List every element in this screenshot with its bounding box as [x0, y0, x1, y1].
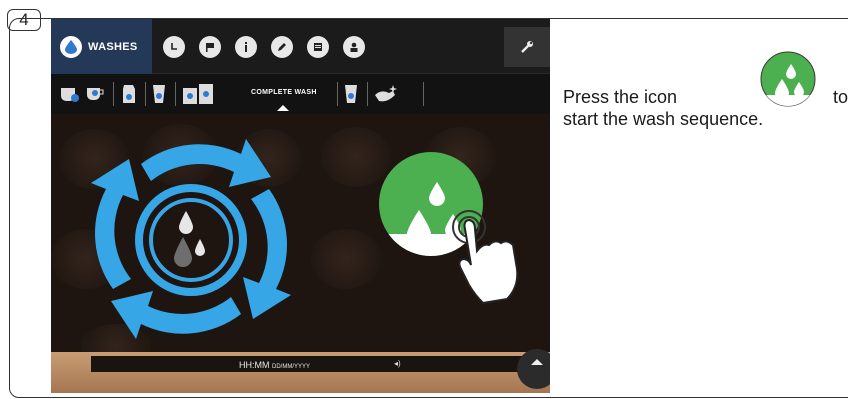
clock-readout: HH:MM DD/MM/YYYY	[239, 360, 310, 370]
sparkle-cleaning-icon[interactable]	[373, 83, 399, 105]
date-text: DD/MM/YYYY	[272, 364, 311, 370]
instruction-text-before: Press the icon	[563, 87, 678, 107]
wash-cycle-icon	[91, 139, 291, 339]
hand-pointer-icon	[452, 210, 519, 305]
instruction-text: Press the icon to start the wash sequenc…	[563, 51, 848, 130]
cup-wash-icon[interactable]	[59, 83, 81, 105]
volume-icon[interactable]: ◂)	[394, 359, 401, 368]
top-navigation-bar: WASHES	[51, 19, 550, 74]
complete-wash-label: COMPLETE WASH	[251, 89, 317, 96]
machine-display: WASHES COMPLETE WASH HH:MM DD/MM/YYYY ◂)	[51, 19, 550, 393]
start-wash-inline-icon	[760, 51, 816, 107]
flag-icon[interactable]	[199, 36, 221, 58]
active-tab-caret	[277, 105, 289, 111]
instruction-text-to: to	[832, 87, 848, 107]
list-icon[interactable]	[307, 36, 329, 58]
clock-icon[interactable]	[163, 36, 185, 58]
instruction-text-line2: start the wash sequence.	[563, 109, 764, 129]
user-icon[interactable]	[343, 36, 365, 58]
info-icon[interactable]	[235, 36, 257, 58]
wrench-icon[interactable]	[504, 27, 550, 67]
scroll-up-button[interactable]	[517, 349, 550, 389]
status-strip	[91, 356, 531, 372]
pencil-icon[interactable]	[271, 36, 293, 58]
water-drop-icon	[60, 35, 82, 58]
tab-washes-label: WASHES	[88, 40, 138, 53]
complete-wash-icon[interactable]	[181, 83, 221, 105]
wash-type-bar: COMPLETE WASH	[51, 74, 550, 114]
glass-icon[interactable]	[343, 83, 359, 105]
time-text: HH:MM	[239, 360, 270, 370]
tab-washes[interactable]: WASHES	[51, 19, 152, 74]
cup-icon[interactable]	[85, 83, 105, 105]
glass-icon[interactable]	[151, 83, 167, 105]
milk-carton-icon[interactable]	[119, 83, 139, 105]
